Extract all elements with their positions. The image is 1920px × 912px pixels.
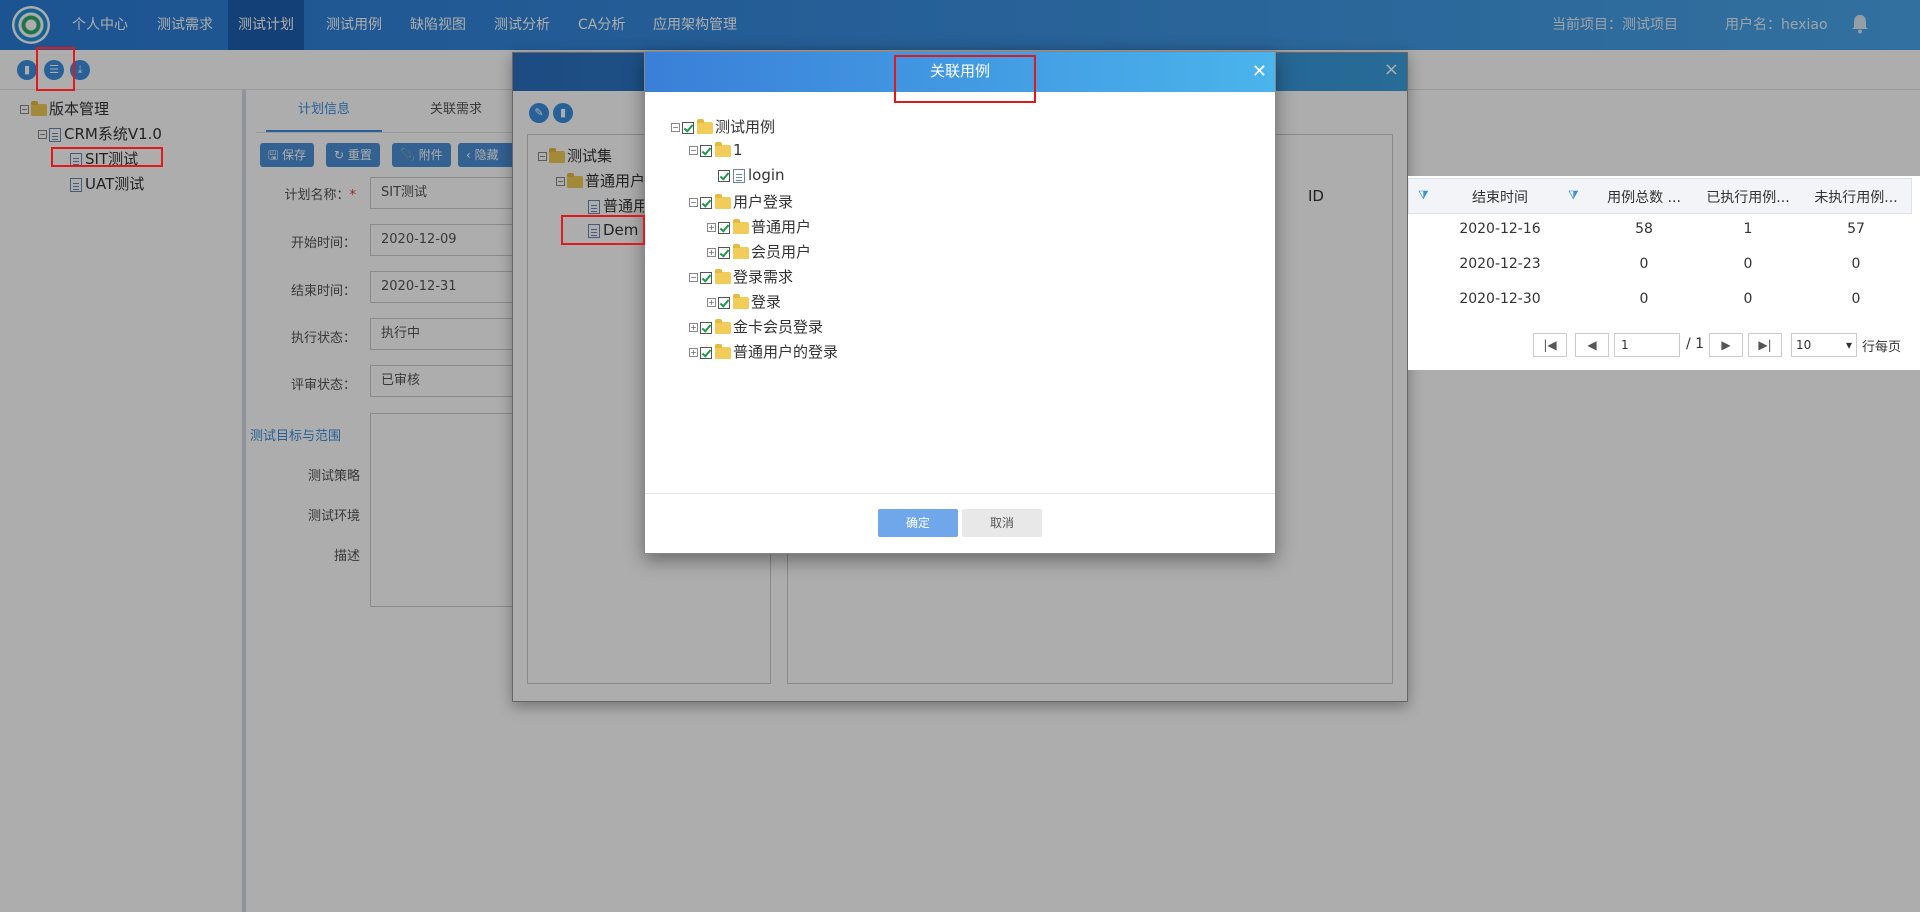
case-tree-node[interactable]: login xyxy=(707,166,785,184)
case-tree-node[interactable]: − 用户登录 xyxy=(689,191,793,212)
expand-icon[interactable]: + xyxy=(707,298,716,307)
case-tree-node[interactable]: + 会员用户 xyxy=(707,241,811,262)
case-tree-node[interactable]: + 登录 xyxy=(707,291,781,312)
cell-end-time: 2020-12-23 xyxy=(1459,256,1541,272)
cell-executed: 1 xyxy=(1743,221,1753,237)
annotation-highlight xyxy=(51,147,163,167)
tree-label: 金卡会员登录 xyxy=(733,318,824,336)
folder-icon xyxy=(715,141,731,157)
folder-icon xyxy=(733,218,749,234)
column-end-time[interactable]: 结束时间 xyxy=(1440,187,1560,207)
expand-icon[interactable]: + xyxy=(707,223,716,232)
folder-icon xyxy=(715,193,731,209)
chevron-down-icon: ▾ xyxy=(1845,338,1852,352)
column-total-cases[interactable]: 用例总数 ... xyxy=(1592,187,1696,207)
expand-icon[interactable]: + xyxy=(689,348,698,357)
cell-executed: 0 xyxy=(1743,291,1753,307)
tree-label: 用户登录 xyxy=(733,193,794,211)
last-page-button[interactable]: ▶| xyxy=(1748,333,1782,357)
collapse-icon[interactable]: − xyxy=(671,123,680,132)
collapse-icon[interactable]: − xyxy=(689,146,698,155)
checkbox-checked-icon[interactable] xyxy=(700,321,712,334)
modal-footer-divider xyxy=(645,493,1275,494)
cell-total: 58 xyxy=(1635,221,1653,237)
per-page-label: 行每页 xyxy=(1862,340,1902,355)
close-icon[interactable]: ✕ xyxy=(1252,52,1267,92)
confirm-button[interactable]: 确定 xyxy=(878,509,958,537)
checkbox-checked-icon[interactable] xyxy=(718,221,730,234)
link-cases-modal: 关联用例 ✕ − 测试用例 −1 login − 用户登录 + 普通用户 + 会员用户 − 登录需求 +… xyxy=(644,51,1276,554)
annotation-highlight xyxy=(36,47,75,91)
doc-icon xyxy=(733,168,745,183)
prev-page-button[interactable]: ◀ xyxy=(1575,333,1609,357)
page-total: / 1 xyxy=(1686,336,1705,352)
checkbox-checked-icon[interactable] xyxy=(700,196,712,209)
column-unexecuted-cases[interactable]: 未执行用例... xyxy=(1800,187,1912,207)
collapse-icon[interactable]: − xyxy=(689,273,698,282)
cell-unexecuted: 0 xyxy=(1851,291,1861,307)
cell-end-time: 2020-12-16 xyxy=(1459,221,1541,237)
case-tree-node[interactable]: + 金卡会员登录 xyxy=(689,316,823,337)
tree-label: 普通用户的登录 xyxy=(733,343,839,361)
collapse-icon[interactable]: − xyxy=(689,198,698,207)
folder-icon xyxy=(733,243,749,259)
filter-icon[interactable]: ⧩ xyxy=(1568,188,1579,203)
expand-icon[interactable]: + xyxy=(689,323,698,332)
case-tree-node[interactable]: + 普通用户 xyxy=(707,216,811,237)
cell-executed: 0 xyxy=(1743,256,1753,272)
filter-icon[interactable]: ⧩ xyxy=(1418,188,1429,203)
case-tree-node[interactable]: − 测试用例 xyxy=(671,116,775,137)
case-tree-node[interactable]: − 登录需求 xyxy=(689,266,793,287)
tree-label: login xyxy=(748,166,785,184)
tree-label: 登录 xyxy=(751,293,782,311)
folder-icon xyxy=(733,293,749,309)
checkbox-checked-icon[interactable] xyxy=(700,271,712,284)
checkbox-checked-icon[interactable] xyxy=(682,121,694,134)
folder-icon xyxy=(697,118,713,134)
cell-total: 0 xyxy=(1639,256,1649,272)
annotation-highlight xyxy=(894,55,1036,103)
tree-label: 登录需求 xyxy=(733,268,794,286)
page-size-value: 10 xyxy=(1796,338,1812,352)
case-tree-node[interactable]: −1 xyxy=(689,141,743,159)
case-tree-node[interactable]: + 普通用户的登录 xyxy=(689,341,838,362)
next-page-button[interactable]: ▶ xyxy=(1709,333,1743,357)
page-size-select[interactable]: 10 ▾ xyxy=(1791,333,1857,357)
folder-icon xyxy=(715,318,731,334)
cell-total: 0 xyxy=(1639,291,1649,307)
page-number-input[interactable]: 1 xyxy=(1614,333,1680,357)
cancel-button[interactable]: 取消 xyxy=(962,509,1042,537)
tree-label: 测试用例 xyxy=(715,118,776,136)
expand-icon[interactable]: + xyxy=(707,248,716,257)
annotation-highlight xyxy=(561,215,645,245)
cell-unexecuted: 57 xyxy=(1847,221,1865,237)
checkbox-checked-icon[interactable] xyxy=(718,246,730,259)
checkbox-checked-icon[interactable] xyxy=(700,144,712,157)
folder-icon xyxy=(715,268,731,284)
tree-label: 普通用户 xyxy=(751,218,812,236)
checkbox-checked-icon[interactable] xyxy=(718,169,730,182)
tree-label: 1 xyxy=(733,141,743,159)
checkbox-checked-icon[interactable] xyxy=(700,346,712,359)
checkbox-checked-icon[interactable] xyxy=(718,296,730,309)
folder-icon xyxy=(715,343,731,359)
cell-unexecuted: 0 xyxy=(1851,256,1861,272)
first-page-button[interactable]: |◀ xyxy=(1533,333,1567,357)
column-executed-cases[interactable]: 已执行用例... xyxy=(1696,187,1800,207)
tree-label: 会员用户 xyxy=(751,243,812,261)
cell-end-time: 2020-12-30 xyxy=(1459,291,1541,307)
